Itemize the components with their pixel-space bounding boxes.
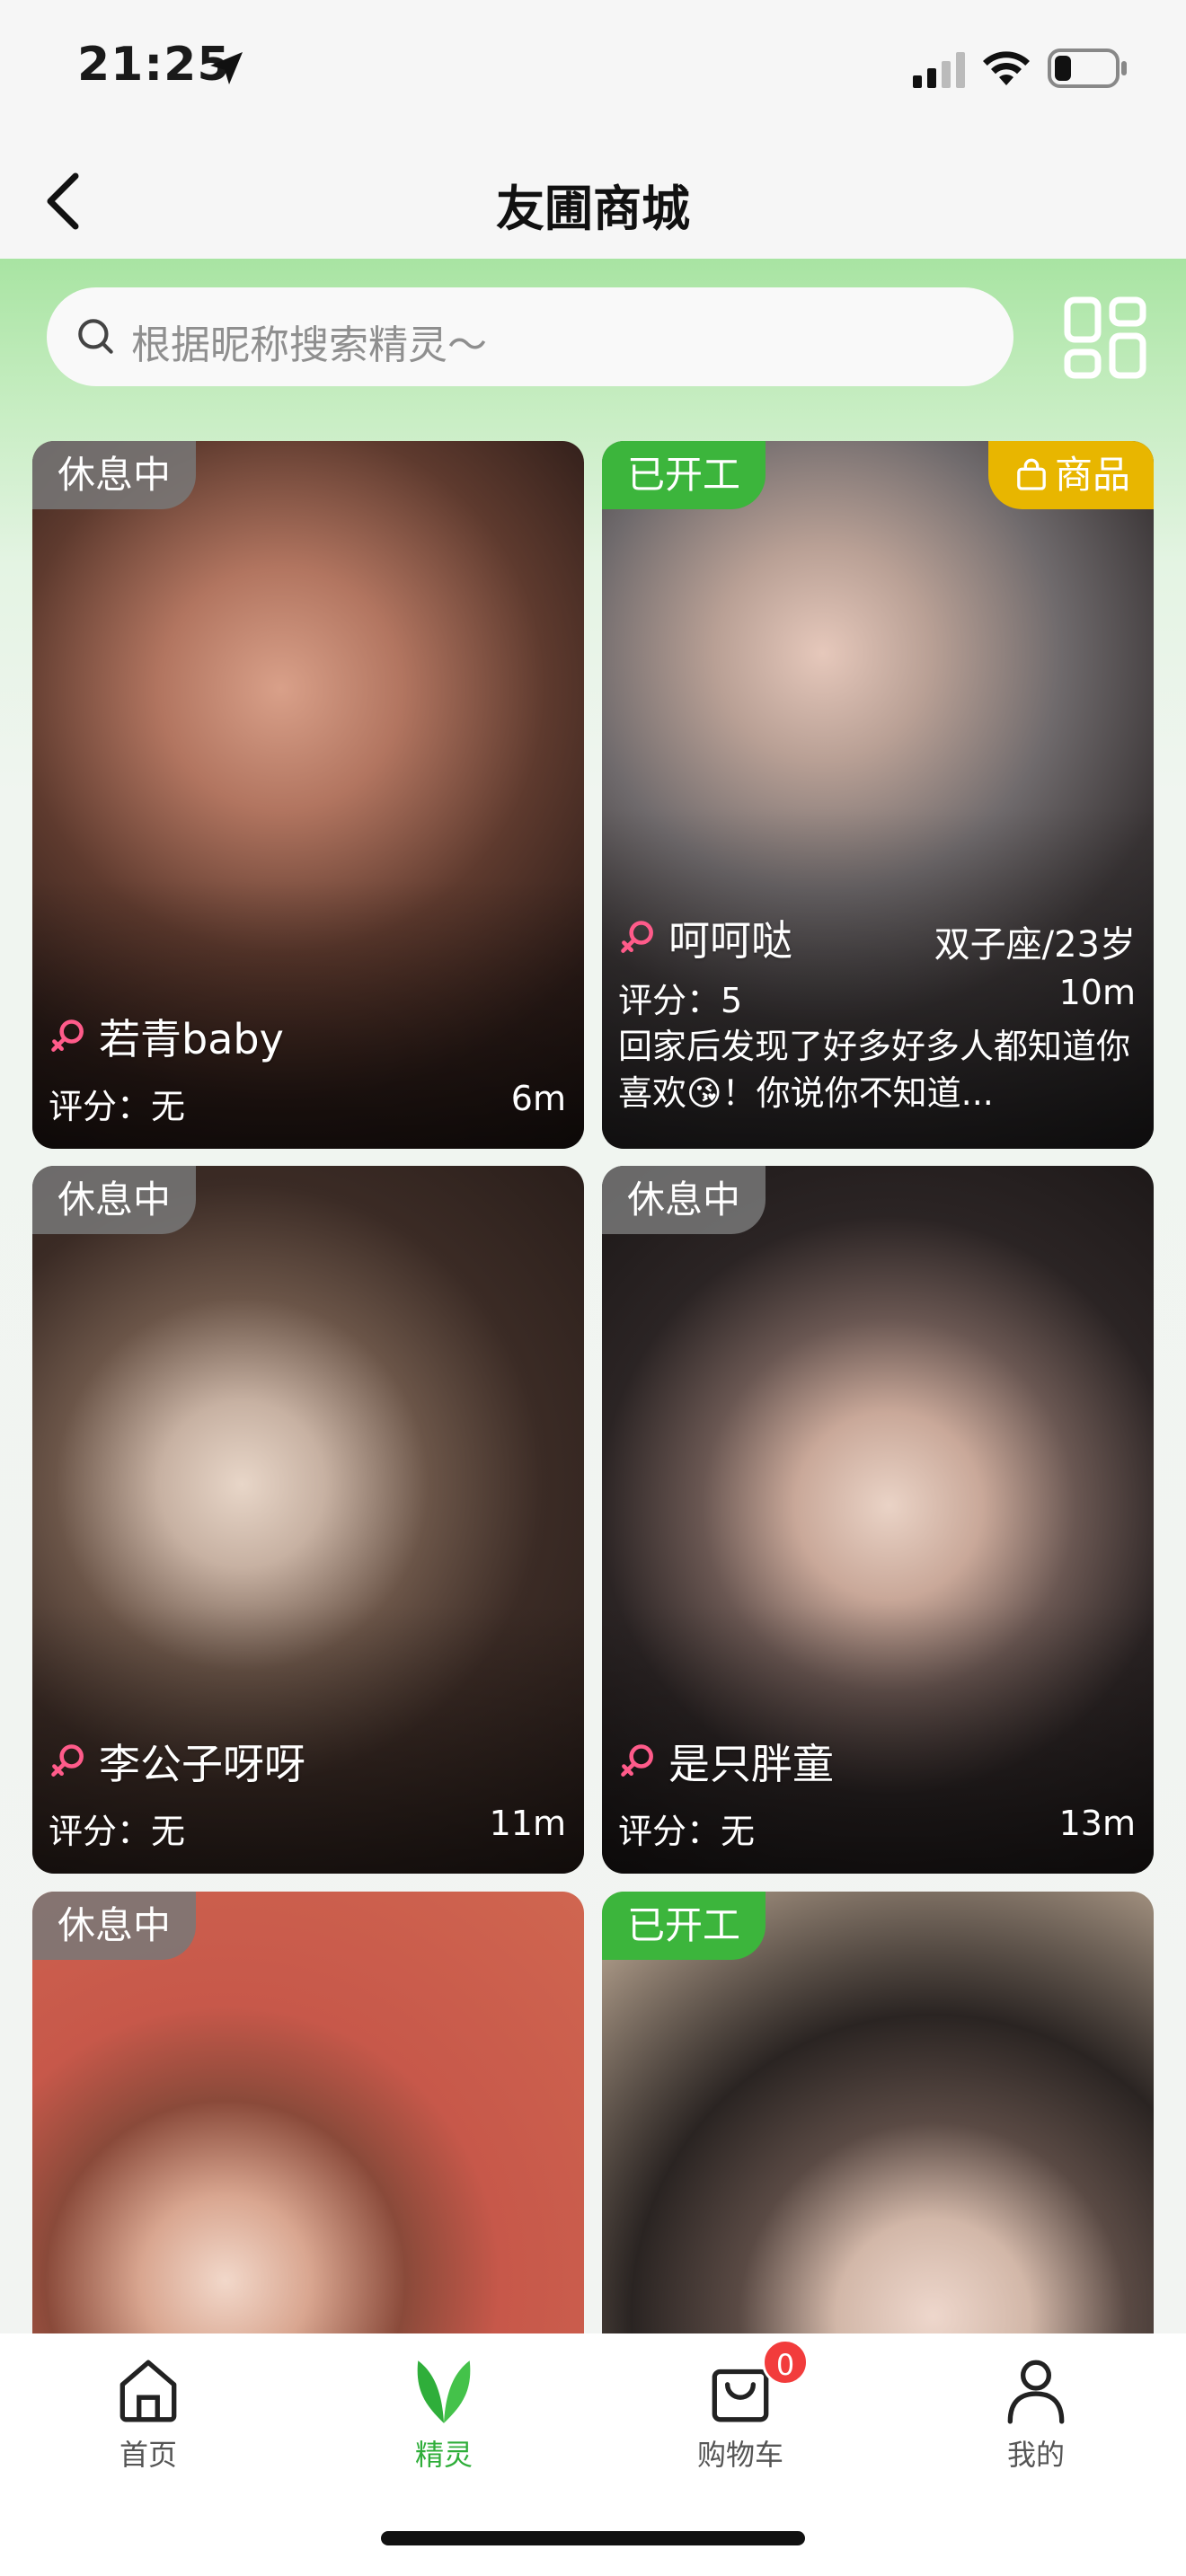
status-badge: 休息中: [32, 441, 197, 509]
female-symbol-icon: [51, 1744, 84, 1777]
rating-text: 评分：无: [618, 1812, 756, 1851]
rating-text: 评分：无: [49, 1812, 186, 1851]
female-symbol-icon: [621, 921, 653, 953]
tab-profile[interactable]: 我的: [946, 2353, 1126, 2474]
page-title: 友圃商城: [496, 181, 690, 237]
goods-badge[interactable]: 商品: [987, 441, 1154, 509]
sprite-name: 呵呵哒: [668, 916, 792, 965]
sprite-card[interactable]: 已开工 商品 呵呵哒 双子座/23岁 评分：5 10m 回家后发现了好多好多人都…: [602, 441, 1154, 1149]
location-arrow-icon: [210, 52, 243, 84]
distance-text: 10m: [1058, 973, 1136, 1012]
sprite-card[interactable]: 休息中: [32, 1892, 584, 2333]
name-row: 是只胖童: [618, 1732, 834, 1791]
tab-home[interactable]: 首页: [58, 2353, 238, 2474]
distance-text: 13m: [1058, 1804, 1136, 1843]
goods-label: 商品: [1054, 453, 1130, 497]
sprite-name: 李公子呀呀: [99, 1740, 305, 1788]
female-symbol-icon: [51, 1019, 84, 1052]
battery-icon: [1048, 49, 1127, 88]
shopping-bag-icon: [1017, 458, 1046, 490]
tab-label: 我的: [1006, 2438, 1065, 2472]
sprite-card[interactable]: 休息中 是只胖童 评分：无 13m: [602, 1166, 1154, 1874]
sprite-card[interactable]: 休息中 李公子呀呀 评分：无 11m: [32, 1166, 584, 1874]
cart-count-badge: 0: [762, 2339, 809, 2386]
status-bar: 21:25: [0, 0, 1186, 144]
zodiac-age-text: 双子座/23岁: [934, 924, 1136, 966]
wifi-icon: [983, 51, 1030, 85]
search-icon: [78, 319, 113, 354]
name-row: 若青baby: [49, 1007, 284, 1066]
status-badge: 休息中: [32, 1892, 197, 1960]
status-badge: 已开工: [602, 1892, 766, 1960]
home-indicator[interactable]: [381, 2531, 805, 2545]
search-placeholder: 根据昵称搜索精灵～: [131, 322, 487, 368]
tab-label: 首页: [119, 2438, 177, 2472]
cellular-signal-icon: [913, 52, 965, 88]
sprite-leaf-icon: [417, 2360, 471, 2423]
distance-text: 6m: [510, 1079, 566, 1118]
bio-text: 回家后发现了好多好多人都知道你喜欢😘！你说你不知道...: [618, 1027, 1131, 1113]
sprite-card[interactable]: 休息中 若青baby 评分：无 6m: [32, 441, 584, 1149]
tab-label: 购物车: [696, 2438, 783, 2472]
female-symbol-icon: [621, 1744, 653, 1777]
content-area: 根据昵称搜索精灵～ 休息中 若青baby 评分：无 6m 已开工 商品 呵呵哒 …: [0, 259, 1186, 2333]
tab-label: 精灵: [414, 2438, 473, 2472]
tab-cart[interactable]: 0 购物车: [651, 2339, 830, 2474]
layout-grid-toggle-icon[interactable]: [1062, 295, 1148, 381]
name-row: 李公子呀呀: [49, 1732, 305, 1791]
name-row: 呵呵哒: [618, 908, 792, 967]
distance-text: 11m: [489, 1804, 566, 1843]
sprite-name: 若青baby: [99, 1015, 284, 1063]
rating-text: 评分：5: [618, 981, 743, 1020]
sprite-card[interactable]: 已开工: [602, 1892, 1154, 2333]
nav-bar: 友圃商城: [0, 144, 1186, 259]
status-badge: 休息中: [602, 1166, 766, 1234]
profile-icon: [1007, 2360, 1065, 2424]
tab-sprite[interactable]: 精灵: [354, 2353, 534, 2474]
status-badge: 休息中: [32, 1166, 197, 1234]
status-badge: 已开工: [602, 441, 766, 509]
sprite-name: 是只胖童: [668, 1740, 834, 1788]
search-input[interactable]: 根据昵称搜索精灵～: [47, 287, 1013, 386]
home-icon: [119, 2360, 177, 2422]
rating-text: 评分：无: [49, 1087, 186, 1126]
